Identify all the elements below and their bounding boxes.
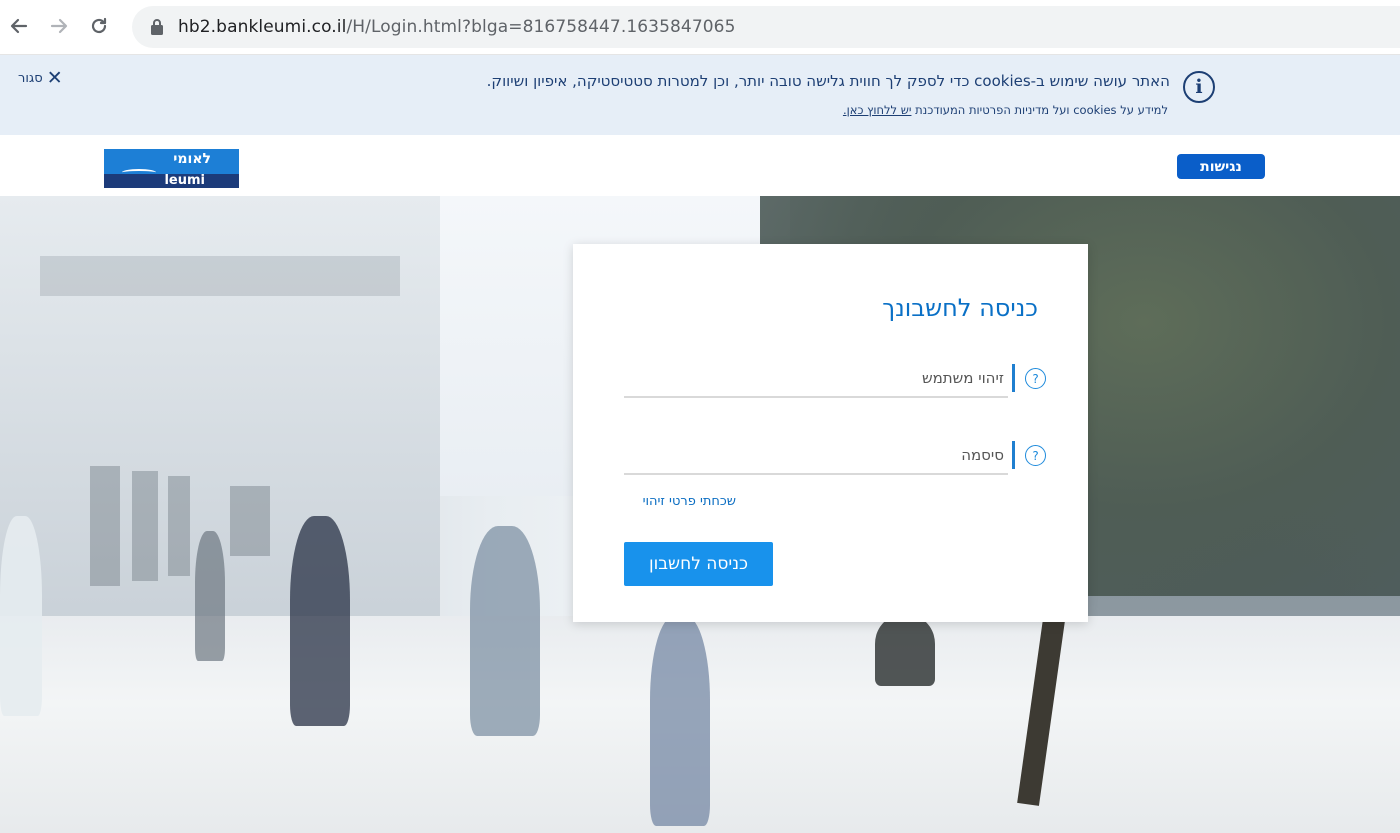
password-input[interactable]	[624, 437, 1008, 475]
logo-bottom-band: leumi	[104, 173, 239, 188]
site-header: לאומי leumi נגישות	[0, 135, 1400, 196]
login-title: כניסה לחשבונך	[882, 294, 1038, 322]
forward-arrow-icon[interactable]	[46, 13, 72, 39]
cookie-policy-prefix: למידע על cookies ועל מדיניות הפרטיות המע…	[911, 103, 1168, 117]
password-field-marker	[1012, 441, 1015, 469]
url-path: /H/Login.html?blga=816758447.1635847065	[346, 17, 736, 37]
cookie-banner: i האתר עושה שימוש ב-cookies כדי לספק לך …	[0, 55, 1400, 135]
password-help-icon[interactable]: ?	[1025, 445, 1046, 466]
username-help-icon[interactable]: ?	[1025, 368, 1046, 389]
username-input[interactable]	[624, 360, 1008, 398]
back-arrow-icon[interactable]	[6, 13, 32, 39]
cookie-policy-text: למידע על cookies ועל מדיניות הפרטיות המע…	[843, 103, 1168, 117]
login-card: כניסה לחשבונך ? ? שכחתי פרטי זיהוי כניסה…	[573, 244, 1088, 622]
cookie-message: האתר עושה שימוש ב-cookies כדי לספק לך חו…	[486, 72, 1170, 90]
forgot-credentials-link[interactable]: שכחתי פרטי זיהוי	[643, 494, 736, 509]
logo-english-text: leumi	[164, 173, 205, 188]
lock-icon	[151, 19, 163, 35]
accessibility-button[interactable]: נגישות	[1177, 154, 1265, 179]
logo-hebrew-text: לאומי	[173, 151, 211, 167]
login-submit-button[interactable]: כניסה לחשבון	[624, 542, 773, 586]
browser-toolbar: hb2.bankleumi.co.il/H/Login.html?blga=81…	[0, 0, 1400, 55]
address-bar[interactable]: hb2.bankleumi.co.il/H/Login.html?blga=81…	[132, 6, 1400, 48]
password-field: ?	[624, 437, 1046, 477]
cookie-policy-link[interactable]: יש ללחוץ כאן.	[843, 103, 912, 117]
url-text: hb2.bankleumi.co.il/H/Login.html?blga=81…	[178, 17, 736, 37]
info-icon: i	[1183, 71, 1215, 103]
url-host: hb2.bankleumi.co.il	[178, 17, 347, 37]
close-label: סגור	[18, 71, 43, 86]
username-field-marker	[1012, 364, 1015, 392]
close-icon: ✕	[46, 67, 63, 89]
close-banner-button[interactable]: סגור ✕	[18, 69, 63, 88]
username-field: ?	[624, 360, 1046, 400]
leumi-logo[interactable]: לאומי leumi	[104, 149, 239, 188]
reload-icon[interactable]	[86, 13, 112, 39]
